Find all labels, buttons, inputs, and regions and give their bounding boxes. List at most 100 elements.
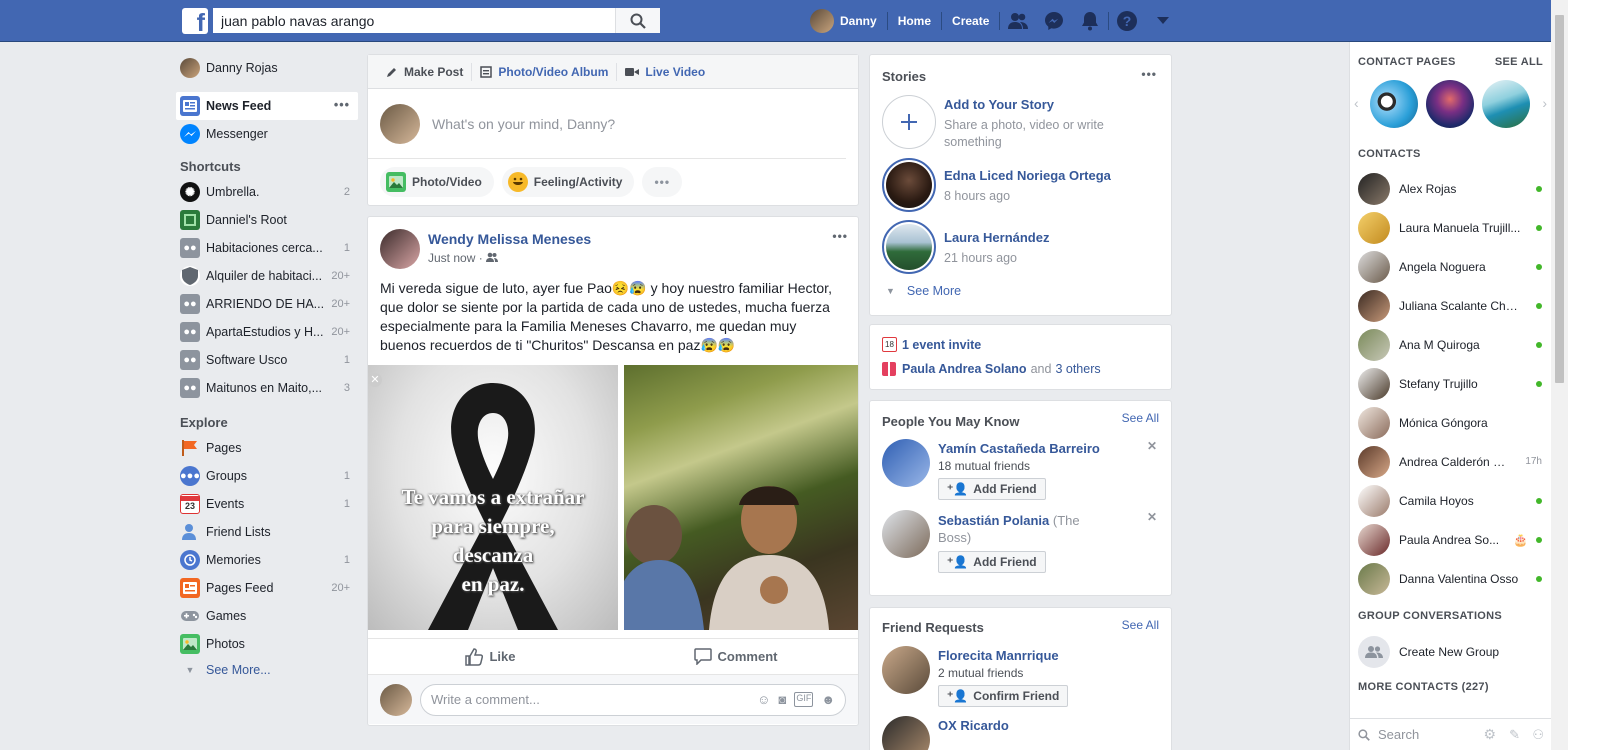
contact-item[interactable]: Paula Andrea So... 🎂 [1350,520,1552,559]
explore-item-games[interactable]: Games [176,602,358,630]
create-new-group-button[interactable]: Create New Group [1350,632,1552,671]
avatar[interactable] [882,510,930,558]
avatar[interactable] [882,716,930,750]
explore-item-pages[interactable]: Pages [176,434,358,462]
chevron-left-icon[interactable]: ‹ [1354,95,1359,111]
memorial-photo-image[interactable] [624,365,858,630]
chevron-right-icon[interactable]: › [1542,95,1547,111]
close-icon[interactable]: ✕ [368,373,382,387]
contact-item[interactable]: Alex Rojas [1350,169,1552,208]
stories-options-icon[interactable]: ••• [1141,67,1157,81]
shortcut-item[interactable]: ●● ApartaEstudios y H... 20+ [176,318,358,346]
home-link[interactable]: Home [888,0,941,42]
story-item[interactable]: Edna Liced Noriega Ortega 8 hours ago [882,158,1111,212]
comment-button[interactable]: Comment [613,639,858,674]
sticker-icon[interactable]: ☻ [821,692,835,707]
shortcut-item[interactable]: ●● ARRIENDO DE HA... 20+ [176,290,358,318]
pymk-see-all-link[interactable]: See All [1122,411,1159,425]
contact-page-pool[interactable] [1482,80,1530,128]
post-author-link[interactable]: Wendy Melissa Meneses [428,231,591,247]
more-options-icon[interactable]: ••• [334,98,350,112]
feeling-activity-button[interactable]: Feeling/Activity [501,167,635,197]
contact-item[interactable]: Laura Manuela Trujill... [1350,208,1552,247]
new-group-icon[interactable]: ⚇ [1532,727,1544,743]
shortcut-item[interactable]: ●● Maitunos en Maito,... 3 [176,374,358,402]
contact-item[interactable]: Andrea Calderón S... 17h [1350,442,1552,481]
friend-request-name[interactable]: Florecita Manrrique [938,648,1068,663]
shortcut-item[interactable]: ●● Software Usco 1 [176,346,358,374]
new-message-icon[interactable]: ✎ [1509,727,1520,743]
friend-request-name[interactable]: OX Ricardo [938,718,1009,733]
contact-item[interactable]: Angela Noguera [1350,247,1552,286]
tab-live-video[interactable]: Live Video [617,65,713,79]
contact-pages-see-all[interactable]: SEE ALL [1495,56,1543,68]
more-composer-options-button[interactable]: ••• [642,167,683,197]
see-more-link[interactable]: ▼ See More... [176,658,358,682]
profile-link[interactable]: Danny [800,0,887,42]
messenger-button[interactable] [1036,0,1072,42]
create-link[interactable]: Create [942,0,999,42]
post-timestamp[interactable]: Just now · [428,251,591,265]
contact-item[interactable]: Mónica Góngora [1350,403,1552,442]
camera-icon[interactable]: ◙ [778,692,786,707]
birthday-row[interactable]: Paula Andrea Solano and 3 others [882,362,1101,376]
search-button[interactable] [615,8,660,33]
avatar[interactable] [380,229,420,269]
tab-photo-video-album[interactable]: Photo/Video Album [472,65,616,79]
stories-see-more[interactable]: ▼ See More [886,284,961,298]
scrollbar-thumb[interactable] [1555,15,1564,383]
story-item[interactable]: Laura Hernández 21 hours ago [882,220,1049,274]
search-input[interactable] [213,8,615,33]
like-button[interactable]: Like [368,639,613,674]
contact-page-fireworks[interactable] [1426,80,1474,128]
page-scrollbar[interactable] [1551,0,1568,750]
pymk-name[interactable]: Sebastián Polania [938,513,1049,528]
explore-item-events[interactable]: 23 Events 1 [176,490,358,518]
contact-item[interactable]: Stefany Trujillo [1350,364,1552,403]
birthday-others[interactable]: 3 others [1055,362,1100,376]
avatar[interactable] [882,646,930,694]
emoji-icon[interactable]: ☺ [757,692,770,707]
add-friend-button[interactable]: ⁺👤 Add Friend [938,478,1046,500]
mourning-ribbon-image[interactable]: Te vamos a extrañar para siempre, descan… [368,365,618,630]
account-menu-button[interactable] [1145,0,1181,42]
contact-item[interactable]: Ana M Quiroga [1350,325,1552,364]
dismiss-suggestion-icon[interactable]: ✕ [1147,510,1157,524]
explore-item-pages-feed[interactable]: Pages Feed 20+ [176,574,358,602]
explore-item-photos[interactable]: Photos [176,630,358,658]
help-button[interactable]: ? [1109,0,1145,42]
avatar[interactable] [882,439,930,487]
event-invite-row[interactable]: 18 1 event invite [882,337,981,352]
post-options-icon[interactable]: ••• [832,229,848,243]
dismiss-suggestion-icon[interactable]: ✕ [1147,439,1157,453]
comment-input[interactable]: Write a comment... ☺ ◙ GIF ☻ [420,683,846,716]
confirm-friend-button[interactable]: ⁺👤 Confirm Friend [938,685,1069,707]
shortcut-item[interactable]: ●● Habitaciones cerca... 1 [176,234,358,262]
explore-item-groups[interactable]: ●●● Groups 1 [176,462,358,490]
contact-page-owl[interactable] [1370,80,1418,128]
post-image-gallery[interactable]: ✕ Te vamos a extrañar para siempre, desc… [368,365,858,630]
tab-make-post[interactable]: Make Post [378,65,471,79]
gif-icon[interactable]: GIF [794,692,814,707]
sidebar-item-profile[interactable]: Danny Rojas [176,54,358,82]
pymk-name[interactable]: Yamín Castañeda Barreiro [938,441,1100,456]
notifications-button[interactable] [1072,0,1108,42]
birthday-name[interactable]: Paula Andrea Solano [902,362,1027,376]
sidebar-item-messenger[interactable]: Messenger [176,120,358,148]
chat-search-bar[interactable]: Search ⚙ ✎ ⚇ [1350,718,1552,750]
photo-video-button[interactable]: Photo/Video [380,167,494,197]
contact-item[interactable]: Danna Valentina Osso [1350,559,1552,598]
contact-item[interactable]: Camila Hoyos [1350,481,1552,520]
shortcut-item[interactable]: ✺ Umbrella. 2 [176,178,358,206]
sidebar-item-news-feed[interactable]: News Feed ••• [176,92,358,120]
friend-requests-button[interactable] [1000,0,1036,42]
add-to-story-item[interactable]: Add to Your Story Share a photo, video o… [882,95,1134,151]
facebook-logo-icon[interactable]: f [182,8,208,34]
add-friend-button[interactable]: ⁺👤 Add Friend [938,551,1046,573]
shortcut-item[interactable]: Danniel's Root [176,206,358,234]
friend-requests-see-all-link[interactable]: See All [1122,618,1159,632]
shortcut-item[interactable]: Alquiler de habitaci... 20+ [176,262,358,290]
explore-item-friend-lists[interactable]: Friend Lists [176,518,358,546]
composer-input-area[interactable]: What's on your mind, Danny? [368,89,846,159]
explore-item-memories[interactable]: Memories 1 [176,546,358,574]
